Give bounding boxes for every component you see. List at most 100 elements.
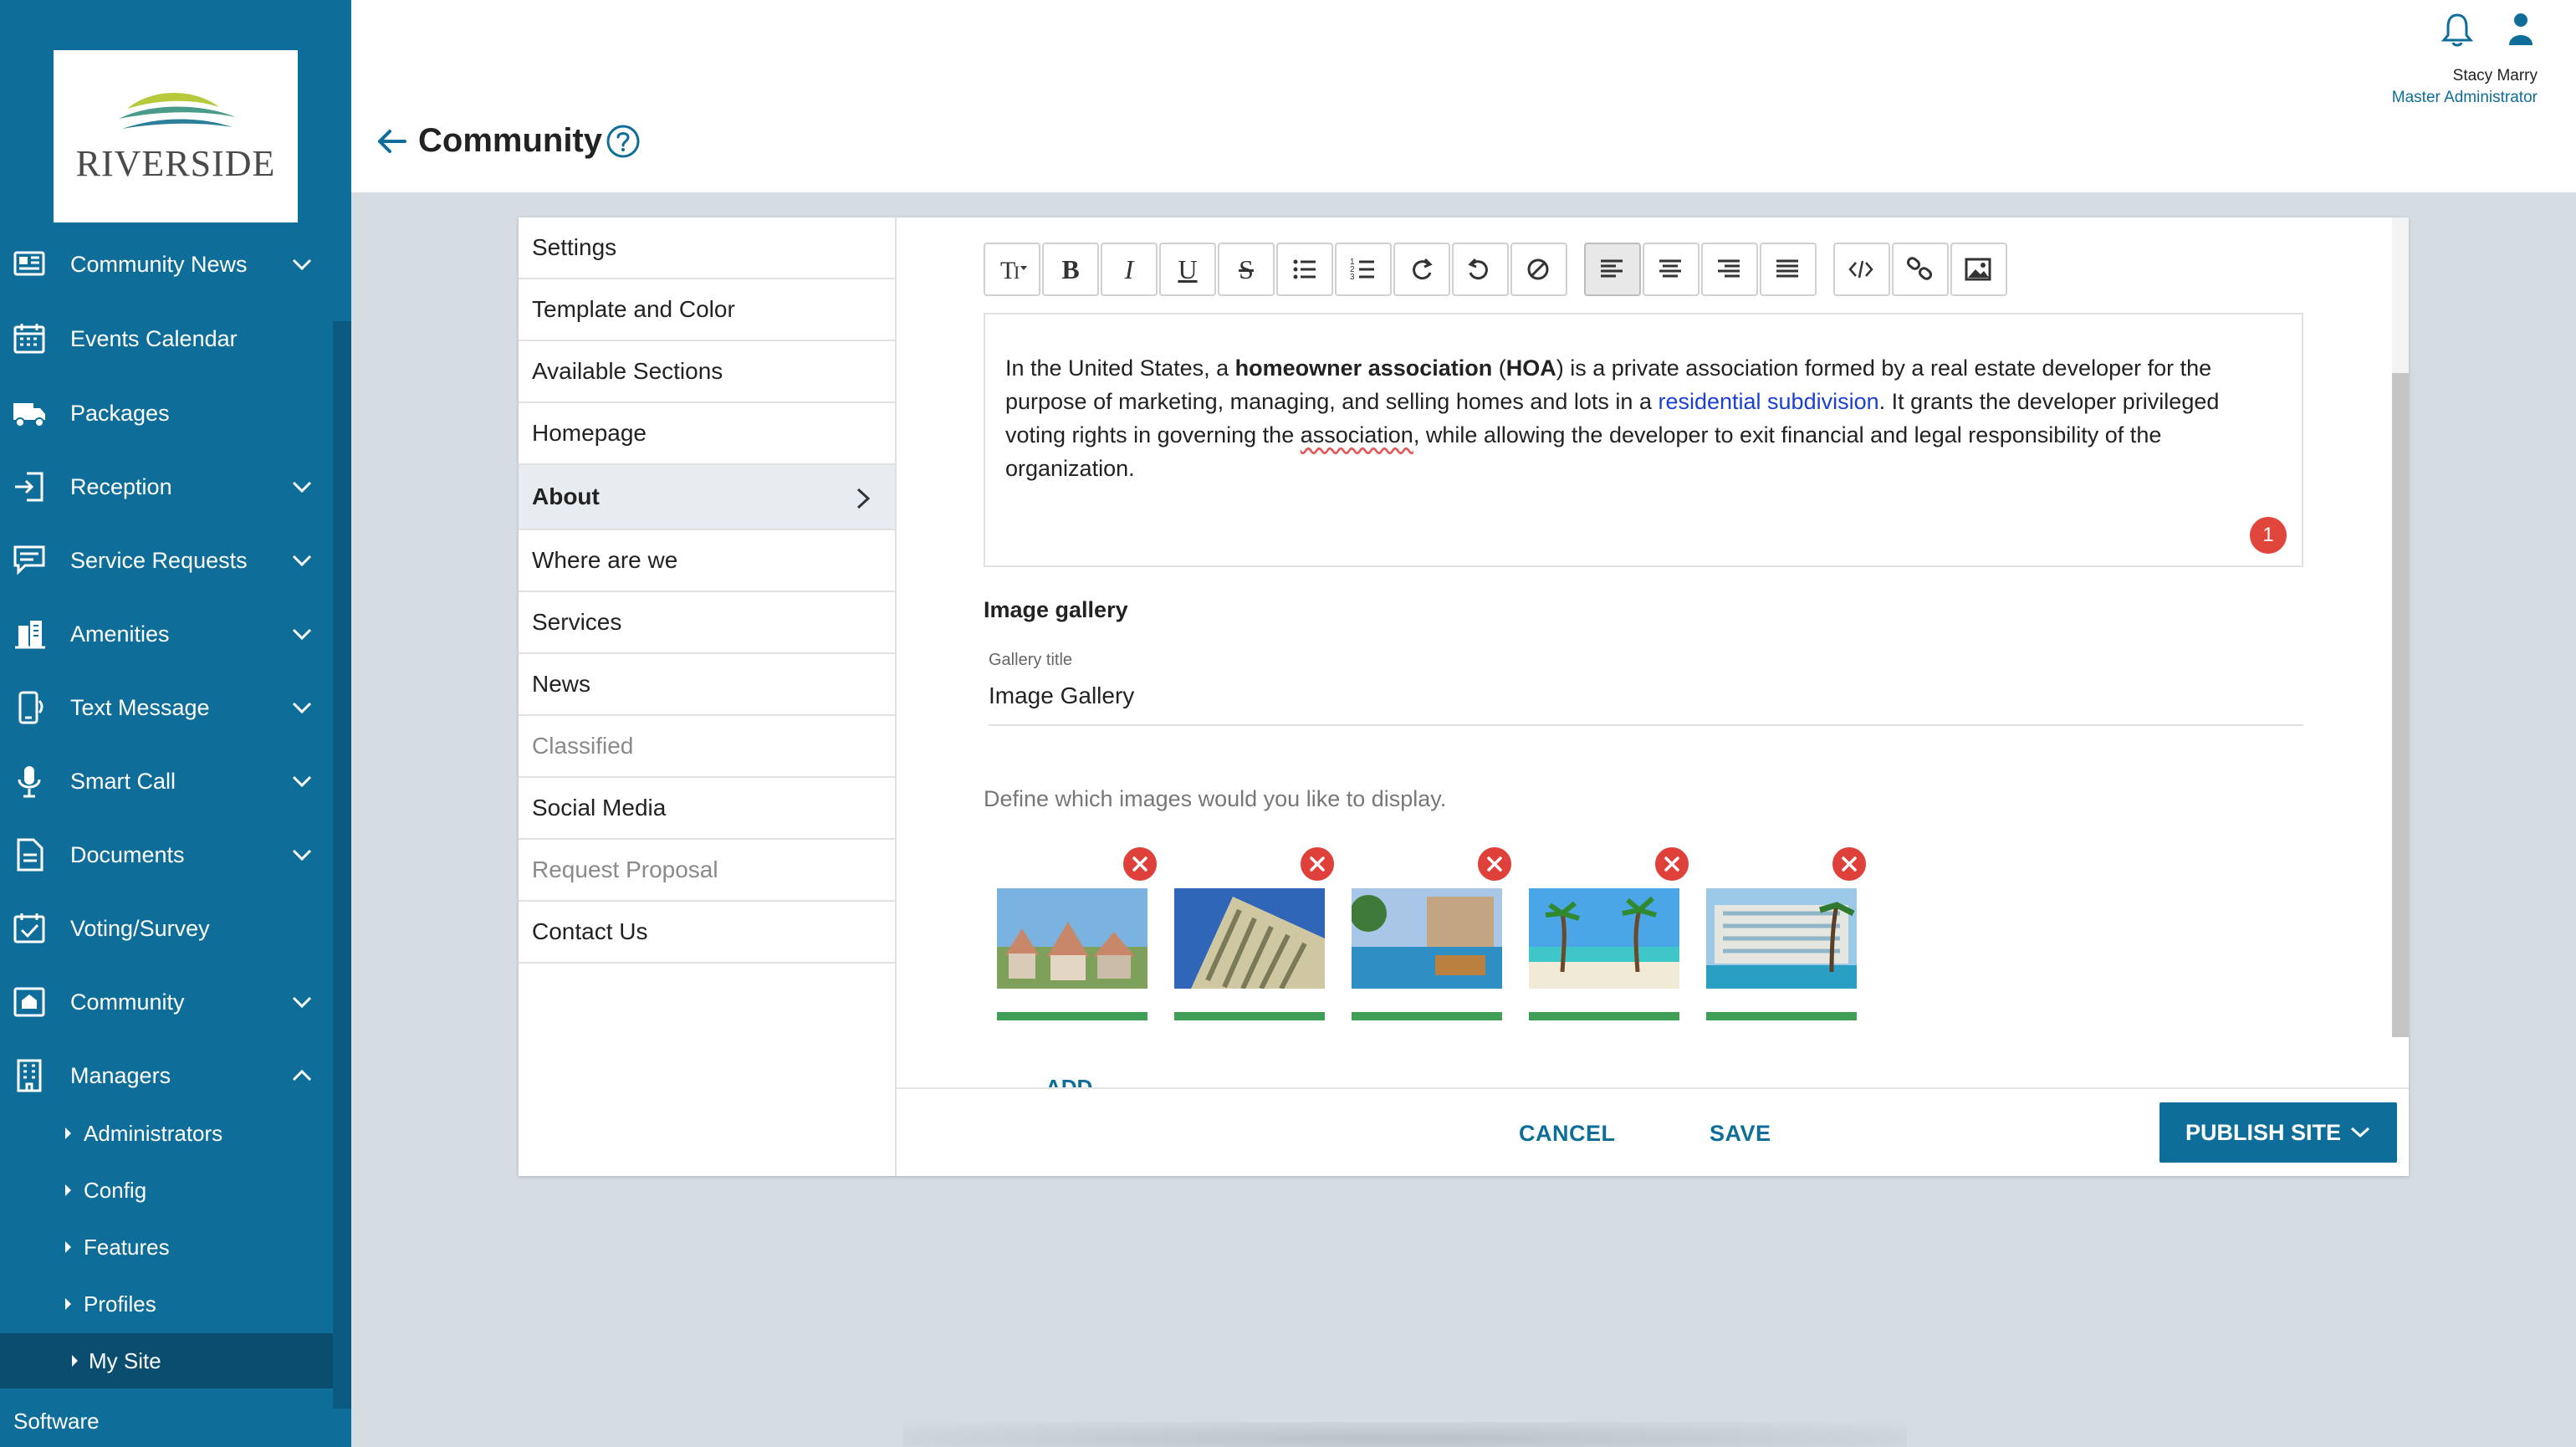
sidebar-scrollbar[interactable] [333, 321, 351, 1409]
section-menu-label: Where are we [532, 547, 678, 573]
link-button[interactable] [1892, 243, 1949, 296]
italic-glyph: I [1124, 253, 1134, 284]
text-size-button[interactable]: TI [984, 243, 1040, 296]
section-menu-item-where-are-we[interactable]: Where are we [519, 530, 895, 592]
chevron-down-icon [292, 996, 312, 1009]
section-menu-item-template-and-color[interactable]: Template and Color [519, 279, 895, 341]
content-scrollbar[interactable] [2392, 217, 2409, 1037]
sidebar-item-managers[interactable]: Managers [0, 1039, 333, 1112]
section-menu-item-news[interactable]: News [519, 654, 895, 716]
sidebar-item-text-message[interactable]: Text Message [0, 671, 333, 744]
sidebar-item-label: Community News [70, 251, 248, 277]
logo-waves-icon [119, 92, 236, 129]
clear-format-icon [1527, 258, 1549, 280]
sidebar-item-reception[interactable]: Reception [0, 450, 333, 524]
rich-text-editor[interactable]: In the United States, a homeowner associ… [984, 313, 2303, 567]
align-center-button[interactable] [1643, 243, 1699, 296]
sidebar-item-documents[interactable]: Documents [0, 818, 333, 892]
sidebar-item-service-requests[interactable]: Service Requests [0, 524, 333, 597]
back-arrow-icon[interactable] [376, 129, 406, 154]
sidebar-item-community[interactable]: Community [0, 965, 333, 1039]
close-icon [1664, 856, 1679, 872]
upload-progress-bar [997, 1012, 1147, 1020]
section-menu-item-social-media[interactable]: Social Media [519, 778, 895, 840]
clear-format-button[interactable] [1510, 243, 1567, 296]
sidebar-subitem-my-site[interactable]: My Site [0, 1333, 333, 1388]
cancel-button[interactable]: CANCEL [1519, 1121, 1616, 1147]
section-menu-item-settings[interactable]: Settings [519, 217, 895, 279]
close-icon [1842, 856, 1857, 872]
section-menu-label: Request Proposal [532, 856, 718, 882]
calendar-check-icon [13, 913, 45, 943]
image-gallery-heading: Image gallery [984, 597, 1128, 622]
error-count-badge[interactable]: 1 [2250, 517, 2287, 554]
gallery-title-input[interactable]: Image Gallery [989, 683, 2303, 726]
align-left-button[interactable] [1584, 243, 1641, 296]
sidebar-item-smart-call[interactable]: Smart Call [0, 744, 333, 818]
user-icon[interactable] [2502, 10, 2539, 49]
section-menu-item-about[interactable]: About [519, 465, 895, 530]
notification-bell-icon[interactable] [2439, 10, 2476, 49]
document-icon [17, 838, 43, 872]
gallery-thumbnail[interactable] [1174, 845, 1337, 1020]
undo-button[interactable] [1452, 243, 1509, 296]
sidebar-subitem-features[interactable]: Features [0, 1219, 333, 1275]
gallery-thumbnail[interactable] [997, 845, 1159, 1020]
save-button[interactable]: SAVE [1710, 1121, 1771, 1147]
sidebar-subitem-profiles[interactable]: Profiles [0, 1276, 333, 1332]
chevron-down-icon [292, 702, 312, 714]
sidebar-subitem-config[interactable]: Config [0, 1163, 333, 1218]
microphone-icon [18, 766, 41, 798]
building-icon [15, 621, 45, 649]
strikethrough-button[interactable]: S [1218, 243, 1275, 296]
align-right-icon [1718, 259, 1740, 278]
section-menu-item-available-sections[interactable]: Available Sections [519, 341, 895, 403]
numbered-list-button[interactable]: 123 [1335, 243, 1392, 296]
section-menu-item-classified[interactable]: Classified [519, 716, 895, 778]
bullet-list-icon [1293, 259, 1316, 279]
user-name[interactable]: Stacy Marry [2453, 67, 2538, 85]
bullet-list-button[interactable] [1276, 243, 1333, 296]
remove-image-button[interactable] [1830, 845, 1868, 883]
sidebar-item-packages[interactable]: Packages [0, 376, 333, 450]
section-menu-item-homepage[interactable]: Homepage [519, 403, 895, 465]
underline-button[interactable]: U [1159, 243, 1216, 296]
sidebar-item-label: Packages [70, 400, 170, 426]
content-scrollbar-thumb[interactable] [2392, 373, 2409, 1037]
editor-link[interactable]: residential subdivision [1658, 389, 1878, 414]
remove-image-button[interactable] [1475, 845, 1514, 883]
gallery-thumbnail[interactable] [1529, 845, 1691, 1020]
sidebar-item-label: Reception [70, 473, 172, 499]
align-justify-button[interactable] [1760, 243, 1817, 296]
remove-image-button[interactable] [1121, 845, 1159, 883]
sidebar-item-voting-survey[interactable]: Voting/Survey [0, 892, 333, 965]
pool-resort-photo [1352, 888, 1502, 989]
header: Community Stacy Marry Master Administrat… [351, 0, 2576, 192]
add-image-button[interactable]: ADD [1045, 1072, 1092, 1087]
sidebar-item-community-news[interactable]: Community News [0, 228, 333, 301]
remove-image-button[interactable] [1653, 845, 1691, 883]
section-menu-item-contact-us[interactable]: Contact Us [519, 902, 895, 964]
section-menu-item-request-proposal[interactable]: Request Proposal [519, 840, 895, 902]
spellcheck-word[interactable]: association [1301, 422, 1413, 447]
gallery-thumbnail[interactable] [1352, 845, 1514, 1020]
italic-button[interactable]: I [1101, 243, 1158, 296]
remove-image-button[interactable] [1298, 845, 1337, 883]
section-menu-item-services[interactable]: Services [519, 592, 895, 654]
bold-button[interactable]: B [1042, 243, 1099, 296]
redo-button[interactable] [1393, 243, 1450, 296]
sidebar-item-amenities[interactable]: Amenities [0, 597, 333, 671]
image-button[interactable] [1950, 243, 2007, 296]
door-enter-icon [15, 472, 43, 502]
strikethrough-glyph: S [1239, 253, 1254, 284]
sidebar-item-label: Documents [70, 841, 185, 867]
publish-site-button[interactable]: PUBLISH SITE [2159, 1102, 2397, 1163]
sidebar-subitem-administrators[interactable]: Administrators [0, 1106, 333, 1161]
align-right-button[interactable] [1701, 243, 1758, 296]
gallery-thumbnail[interactable] [1706, 845, 1868, 1020]
sidebar-item-events-calendar[interactable]: Events Calendar [0, 302, 333, 376]
code-button[interactable] [1833, 243, 1890, 296]
community-icon [13, 987, 45, 1017]
help-icon[interactable] [606, 124, 641, 159]
align-left-icon [1601, 259, 1623, 278]
